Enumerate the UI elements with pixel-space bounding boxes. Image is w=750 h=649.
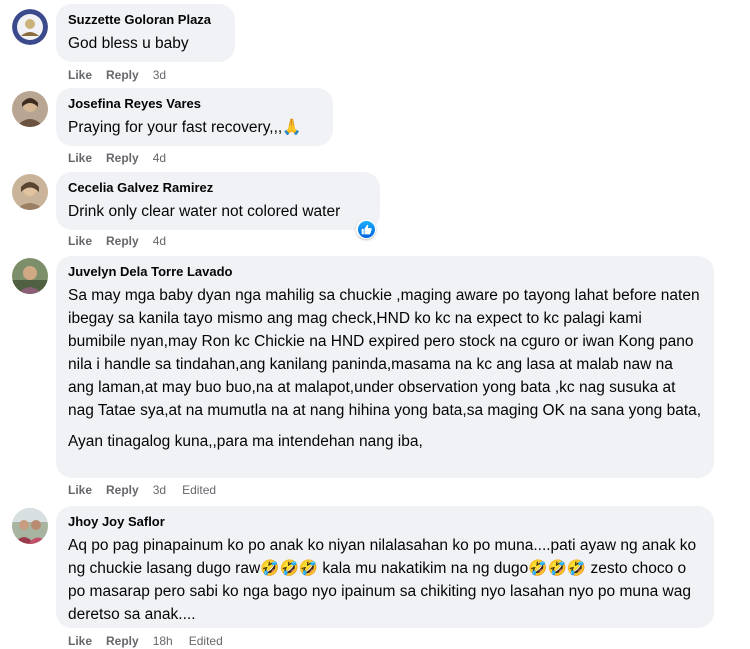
comment-paragraph: Praying for your fast recovery,,,🙏: [68, 119, 302, 136]
comment-text: God bless u baby: [68, 32, 223, 55]
comment-timestamp[interactable]: 3d: [153, 67, 166, 83]
avatar-image: [12, 91, 48, 127]
edited-label[interactable]: Edited: [189, 633, 223, 649]
comment-paragraph: Sa may mga baby dyan nga mahilig sa chuc…: [68, 287, 702, 419]
like-button[interactable]: Like: [68, 233, 92, 249]
comment-bubble: Jhoy Joy Saflor Aq po pag pinapainum ko …: [56, 506, 714, 628]
comment-paragraph: God bless u baby: [68, 35, 189, 52]
reply-button[interactable]: Reply: [106, 482, 139, 498]
comment-timestamp[interactable]: 18h: [153, 633, 173, 649]
comment-actions: Like Reply 18h Edited: [68, 633, 223, 649]
avatar[interactable]: [12, 91, 48, 127]
avatar[interactable]: [12, 258, 48, 294]
comment-text: Praying for your fast recovery,,,🙏: [68, 116, 321, 139]
comment-text: Drink only clear water not colored water: [68, 200, 368, 223]
reply-button[interactable]: Reply: [106, 233, 139, 249]
comment-actions: Like Reply 3d Edited: [68, 482, 216, 498]
comment-actions: Like Reply 4d: [68, 150, 182, 166]
like-button[interactable]: Like: [68, 67, 92, 83]
comment-author[interactable]: Cecelia Galvez Ramirez: [68, 179, 368, 196]
avatar-image: [12, 258, 48, 294]
reply-button[interactable]: Reply: [106, 67, 139, 83]
like-button[interactable]: Like: [68, 150, 92, 166]
comment-paragraph: Aq po pag pinapainum ko po anak ko niyan…: [68, 537, 697, 623]
avatar-image: [12, 508, 48, 544]
comment-paragraph: Ayan tinagalog kuna,,para ma intendehan …: [68, 433, 423, 450]
comment-paragraph: Drink only clear water not colored water: [68, 203, 341, 220]
avatar-image: [12, 9, 48, 45]
comment-actions: Like Reply 3d: [68, 67, 182, 83]
comment-timestamp[interactable]: 4d: [153, 233, 166, 249]
avatar[interactable]: [12, 174, 48, 210]
comment-author[interactable]: Suzzette Goloran Plaza: [68, 11, 223, 28]
comment-bubble: Cecelia Galvez Ramirez Drink only clear …: [56, 172, 380, 230]
comment-timestamp[interactable]: 3d: [153, 482, 166, 498]
reply-button[interactable]: Reply: [106, 633, 139, 649]
comment-author[interactable]: Juvelyn Dela Torre Lavado: [68, 263, 702, 280]
reply-button[interactable]: Reply: [106, 150, 139, 166]
avatar[interactable]: [12, 9, 48, 45]
comment-actions: Like Reply 4d: [68, 233, 182, 249]
comment-bubble: Suzzette Goloran Plaza God bless u baby: [56, 4, 235, 62]
avatar[interactable]: [12, 508, 48, 544]
avatar-image: [12, 174, 48, 210]
comment-bubble: Juvelyn Dela Torre Lavado Sa may mga bab…: [56, 256, 714, 478]
comment-author[interactable]: Jhoy Joy Saflor: [68, 513, 702, 530]
edited-label[interactable]: Edited: [182, 482, 216, 498]
like-button[interactable]: Like: [68, 482, 92, 498]
comment-text: Aq po pag pinapainum ko po anak ko niyan…: [68, 534, 702, 626]
comment-text: Sa may mga baby dyan nga mahilig sa chuc…: [68, 284, 702, 453]
like-button[interactable]: Like: [68, 633, 92, 649]
reaction-badge[interactable]: [356, 219, 376, 239]
comment-author[interactable]: Josefina Reyes Vares: [68, 95, 321, 112]
comment-timestamp[interactable]: 4d: [153, 150, 166, 166]
like-reaction-icon: [357, 220, 375, 238]
comment-bubble: Josefina Reyes Vares Praying for your fa…: [56, 88, 333, 146]
